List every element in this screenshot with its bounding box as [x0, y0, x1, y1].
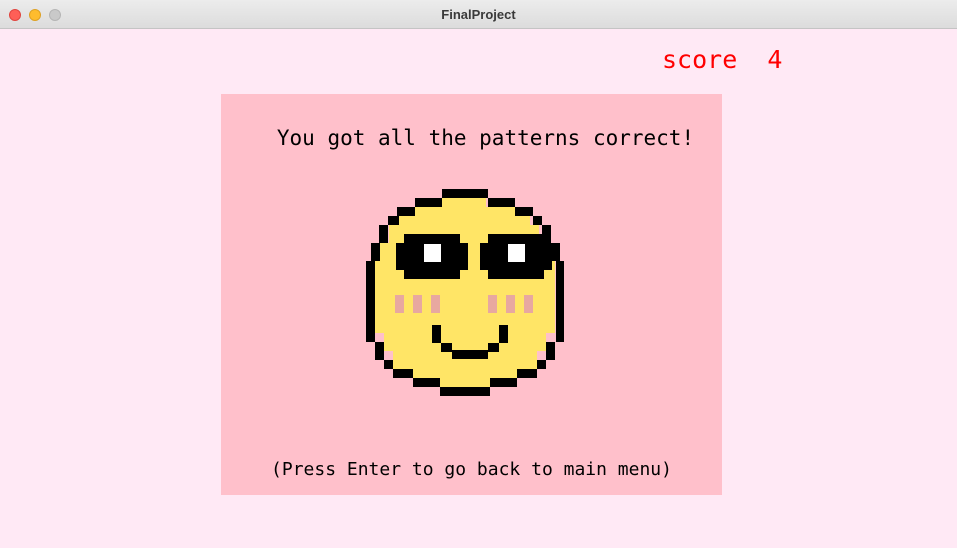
left-eye [396, 234, 468, 279]
success-message: You got all the patterns correct! [276, 126, 695, 150]
title-bar[interactable]: FinalProject [0, 0, 957, 29]
pixel-smiley-face-icon [366, 189, 564, 396]
score-display: score 4 [662, 45, 783, 74]
window-title: FinalProject [441, 7, 516, 22]
app-window: FinalProject score 4 You got all the pat… [0, 0, 957, 548]
return-hint: (Press Enter to go back to main menu) [271, 459, 672, 480]
right-eye [480, 234, 552, 279]
result-panel: You got all the patterns correct! (Press… [221, 94, 722, 495]
game-canvas[interactable]: score 4 You got all the patterns correct… [0, 29, 957, 548]
